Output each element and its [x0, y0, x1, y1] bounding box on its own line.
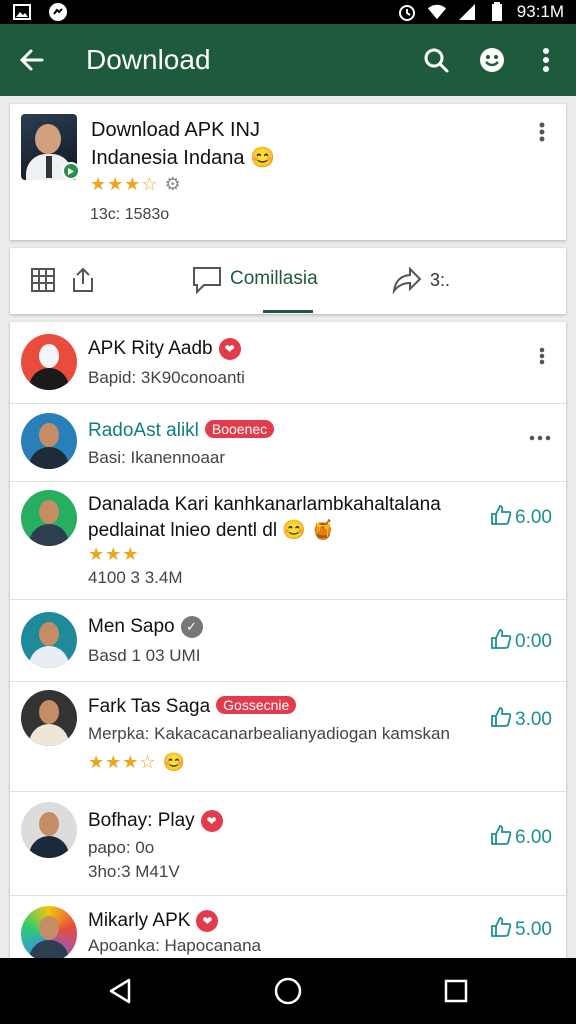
- tab-bar: Comillasia 3:.: [10, 248, 566, 314]
- page-title: Download: [86, 44, 211, 75]
- play-badge-icon: [62, 162, 80, 180]
- thumbs-up-icon: [490, 504, 512, 532]
- thumbs-up-icon: [490, 824, 512, 852]
- list-item-title: RadoAst alikl Booenec: [88, 418, 275, 444]
- app-info-card[interactable]: Download APK INЈ Indanesia Indana 😊 ★★★☆…: [10, 104, 566, 240]
- heart-badge-icon: ❤: [200, 810, 223, 832]
- search-icon[interactable]: [418, 42, 454, 78]
- list-item-subtitle: Bapid: 3K90conoanti: [88, 368, 245, 387]
- avatar: [21, 906, 77, 962]
- status-badge: Gossecnie: [216, 696, 297, 714]
- signal-icon: [457, 2, 477, 22]
- list-item-meta: 3ho:3 M41V: [88, 862, 180, 881]
- avatar: [21, 690, 77, 746]
- list-item-subtitle: Apoanka: Hapocanana: [88, 936, 261, 955]
- settings-gear-icon: ⚙: [164, 174, 182, 194]
- list-item-title-line2: pedlainat lnieo dentl dl 😊 🍯: [88, 520, 335, 541]
- messenger-icon: [48, 2, 68, 22]
- app-list: APK Rity Aadb ❤ Bapid: 3K90conoanti RadoA…: [10, 322, 566, 972]
- wifi-icon: [427, 2, 447, 22]
- avatar: [21, 490, 77, 546]
- app-name: Download APK INЈ Indanesia Indana 😊: [91, 119, 275, 169]
- list-item-title: Danalada Kari kanhkanarlambkahaltalana: [88, 494, 441, 515]
- price-button[interactable]: 6.00: [490, 504, 552, 532]
- gallery-icon: [12, 2, 32, 22]
- comment-icon[interactable]: [190, 263, 224, 297]
- list-item-subtitle: Merpka: Kakacacanarbealianyadiogan kamsk…: [88, 724, 450, 743]
- app-meta: 13с: 1583о: [90, 206, 170, 223]
- heart-badge-icon: ❤: [196, 910, 219, 932]
- list-item-subtitle: papo: 0o: [88, 838, 155, 857]
- app-rating: ★★★☆ ⚙: [90, 174, 182, 194]
- avatar: [21, 802, 77, 858]
- list-item[interactable]: Men Sapo ✓ Basd 1 03 UMI 0:00: [10, 600, 566, 682]
- nav-home-icon[interactable]: [272, 975, 304, 1007]
- app-bar: Download: [0, 24, 576, 96]
- tab-indicator: [263, 310, 313, 313]
- thumbs-up-icon: [490, 916, 512, 944]
- rating-stars: ★★★☆ 😊: [88, 752, 186, 772]
- list-item[interactable]: Bofhay: Play ❤ papo: 0o 3ho:3 M41V 6.00: [10, 792, 566, 896]
- nav-back-icon[interactable]: [104, 975, 136, 1007]
- more-horiz-icon[interactable]: [528, 426, 552, 450]
- list-item[interactable]: RadoAst alikl Booenec Basi: Ikanennoaar: [10, 404, 566, 482]
- list-item[interactable]: Fark Tas Saga Gossecnie Merpka: Kakacacan…: [10, 682, 566, 792]
- battery-icon: [487, 2, 507, 22]
- list-item-meta: 4100 3 3.4M: [88, 568, 183, 587]
- list-item-subtitle: Basd 1 03 UMI: [88, 646, 201, 665]
- thumbs-up-icon: [490, 628, 512, 656]
- list-item-subtitle: Basi: Ikanennoaar: [88, 448, 226, 467]
- emoji-icon[interactable]: [474, 42, 510, 78]
- price-button[interactable]: 0:00: [490, 628, 552, 656]
- share-count: 3:.: [430, 270, 451, 290]
- list-item[interactable]: Danalada Kari kanhkanarlambkahaltalana p…: [10, 482, 566, 600]
- price-button[interactable]: 3.00: [490, 706, 552, 734]
- price-button[interactable]: 6.00: [490, 824, 552, 852]
- rating-stars: ★★★: [88, 544, 140, 564]
- thumbs-up-icon: [490, 706, 512, 734]
- list-item-title: Men Sapo ✓: [88, 614, 203, 640]
- share-icon[interactable]: [66, 263, 100, 297]
- list-item[interactable]: APK Rity Aadb ❤ Bapid: 3K90conoanti: [10, 322, 566, 404]
- tab-comments[interactable]: Comillasia: [230, 268, 318, 290]
- list-item-title: Fark Tas Saga Gossecnie: [88, 694, 297, 720]
- back-arrow-icon[interactable]: [14, 42, 50, 78]
- list-item-title: Mikarly APK ❤: [88, 908, 219, 934]
- nav-recents-icon[interactable]: [440, 975, 472, 1007]
- more-vert-icon[interactable]: [530, 344, 554, 368]
- more-vert-icon[interactable]: [528, 42, 564, 78]
- status-time: 93:1M: [516, 2, 564, 21]
- price-button[interactable]: 5.00: [490, 916, 552, 944]
- avatar: [21, 413, 77, 469]
- system-nav-bar: [0, 958, 576, 1024]
- more-vert-icon[interactable]: [530, 120, 554, 144]
- status-badge: Booenec: [204, 420, 275, 438]
- alarm-icon: [397, 2, 417, 22]
- grid-icon[interactable]: [26, 263, 60, 297]
- avatar: [21, 334, 77, 390]
- forward-share-icon[interactable]: [390, 263, 424, 297]
- verified-icon: ✓: [180, 616, 203, 638]
- list-item-title: Bofhay: Play ❤: [88, 808, 223, 834]
- status-bar: 93:1M: [0, 0, 576, 24]
- list-item-title: APK Rity Aadb ❤: [88, 336, 241, 362]
- heart-badge-icon: ❤: [218, 338, 241, 360]
- avatar: [21, 612, 77, 668]
